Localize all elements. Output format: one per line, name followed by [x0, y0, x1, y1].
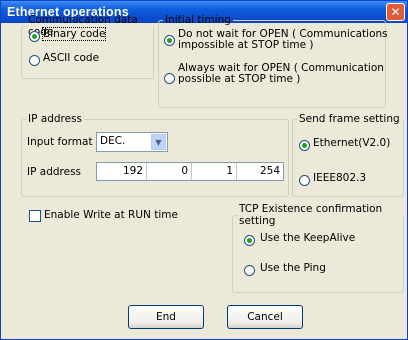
tcp-existence-group: TCP Existence confirmation setting: [232, 203, 404, 293]
send-frame-setting-legend: Send frame setting: [299, 113, 400, 125]
input-format-select[interactable]: DEC. ▼: [96, 132, 168, 152]
enable-write-checkbox[interactable]: [29, 210, 41, 222]
ip-octet-3[interactable]: 1: [192, 163, 237, 180]
ascii-code-label[interactable]: ASCII code: [43, 52, 99, 64]
ip-address-group: IP address: [21, 113, 289, 197]
always-wait-open-label-line2[interactable]: possible at STOP time ): [178, 73, 300, 85]
input-format-value: DEC.: [100, 135, 126, 147]
ip-octet-1[interactable]: 192: [97, 163, 147, 180]
keepalive-radio[interactable]: [244, 235, 255, 246]
ascii-code-radio[interactable]: [29, 55, 40, 66]
input-format-label: Input format: [27, 136, 93, 148]
ip-address-field[interactable]: 192 0 1 254: [96, 162, 284, 181]
ping-radio[interactable]: [244, 265, 255, 276]
ethernet-v2-label[interactable]: Ethernet(V2.0): [313, 137, 390, 149]
tcp-existence-legend: TCP Existence confirmation setting: [239, 203, 383, 227]
enable-write-label[interactable]: Enable Write at RUN time: [44, 209, 178, 221]
binary-code-radio[interactable]: [29, 31, 40, 42]
ip-octet-4[interactable]: 254: [237, 163, 283, 180]
chevron-down-icon[interactable]: ▼: [151, 134, 166, 150]
binary-code-label[interactable]: Binary code: [41, 27, 107, 41]
do-not-wait-open-radio[interactable]: [164, 35, 175, 46]
communication-data-code-group: Communication data code: [21, 14, 154, 79]
close-icon: ✕: [390, 5, 401, 19]
initial-timing-legend: Initial timing: [165, 14, 231, 26]
ping-label[interactable]: Use the Ping: [260, 262, 326, 274]
cancel-button[interactable]: Cancel: [227, 305, 303, 329]
ethernet-operations-dialog: Ethernet operations ✕ Communication data…: [0, 0, 408, 340]
keepalive-label[interactable]: Use the KeepAlive: [260, 232, 355, 244]
do-not-wait-open-label-line2[interactable]: impossible at STOP time ): [178, 39, 314, 51]
close-button[interactable]: ✕: [386, 3, 405, 21]
ip-address-legend: IP address: [28, 113, 83, 125]
ieee8023-radio[interactable]: [299, 175, 310, 186]
ip-address-label: IP address: [27, 166, 82, 178]
always-wait-open-radio[interactable]: [164, 73, 175, 84]
send-frame-setting-group: Send frame setting: [292, 113, 404, 197]
ieee8023-label[interactable]: IEEE802.3: [313, 172, 366, 184]
ip-octet-2[interactable]: 0: [147, 163, 192, 180]
end-button[interactable]: End: [128, 305, 204, 329]
ethernet-v2-radio[interactable]: [299, 140, 310, 151]
